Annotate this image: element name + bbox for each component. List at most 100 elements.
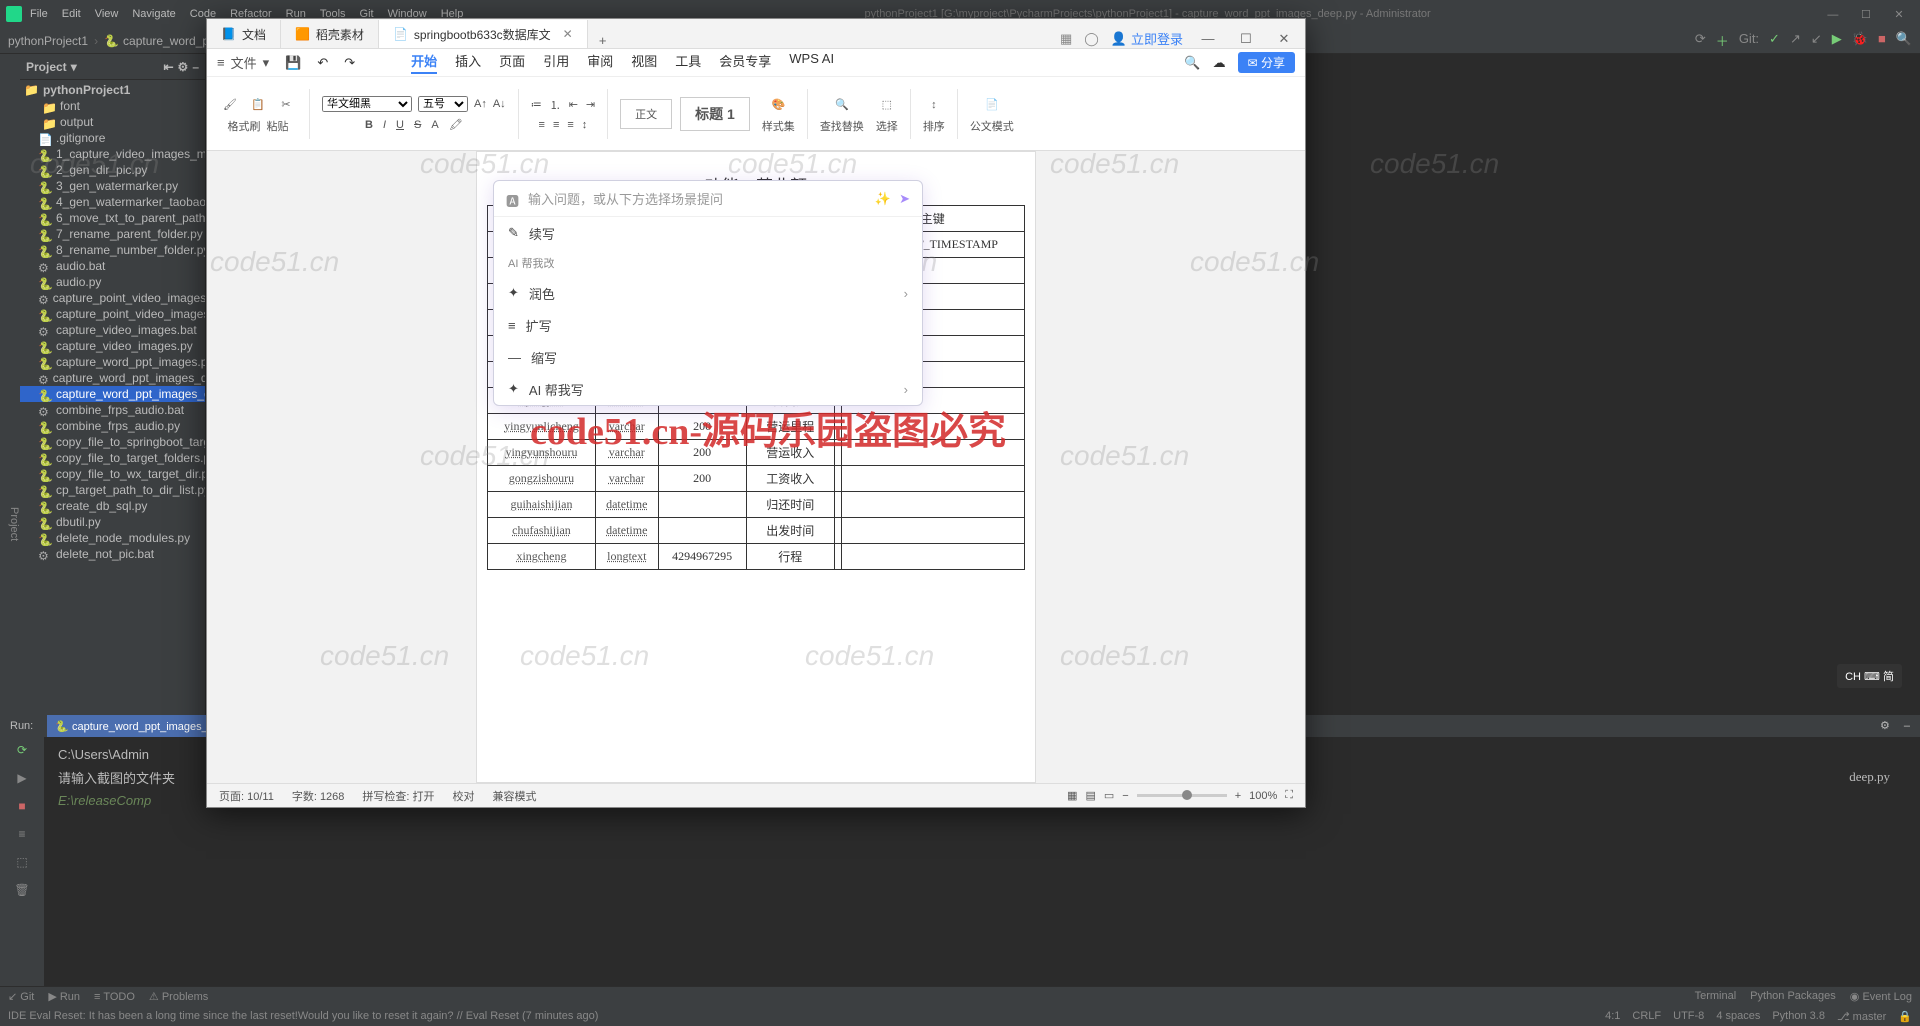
table-cell[interactable]	[841, 492, 1024, 518]
search-icon[interactable]: 🔍	[1896, 31, 1912, 50]
tree-item[interactable]: 🐍2_gen_dir_pic.py	[20, 162, 205, 178]
format-painter-icon[interactable]: 🖌	[219, 94, 241, 116]
tree-item[interactable]: ⚙combine_frps_audio.bat	[20, 402, 205, 418]
ribbon-tab[interactable]: 审阅	[587, 51, 613, 74]
tree-item[interactable]: 🐍dbutil.py	[20, 514, 205, 530]
document-tab[interactable]: 📄springbootb633c数据库文✕	[379, 20, 588, 48]
tree-item[interactable]: 🐍combine_frps_audio.py	[20, 418, 205, 434]
dropdown-icon[interactable]: ▾	[71, 60, 77, 74]
table-cell[interactable]: varchar	[595, 414, 658, 440]
numbering-icon[interactable]: ⒈	[550, 97, 561, 113]
collapse-icon[interactable]: ⇤	[163, 60, 173, 74]
ribbon-tab[interactable]: 视图	[631, 51, 657, 74]
spellcheck-status[interactable]: 拼写检查: 打开	[362, 788, 434, 804]
table-cell[interactable]	[841, 414, 1024, 440]
zoom-slider[interactable]	[1137, 794, 1227, 797]
git-tab[interactable]: ↙ Git	[8, 990, 34, 1003]
page-indicator[interactable]: 页面: 10/11	[219, 788, 274, 804]
ribbon-tab[interactable]: 会员专享	[719, 51, 771, 74]
tab-close-icon[interactable]: ✕	[563, 27, 573, 41]
menu-file[interactable]: File	[30, 8, 48, 20]
indent-dec-icon[interactable]: ⇤	[569, 98, 578, 111]
table-cell[interactable]	[834, 544, 841, 570]
ribbon-tab[interactable]: 工具	[675, 51, 701, 74]
table-cell[interactable]: 出发时间	[746, 518, 834, 544]
table-cell[interactable]: 200	[658, 466, 746, 492]
up-icon[interactable]: ⬚	[16, 855, 27, 869]
menu-edit[interactable]: Edit	[62, 8, 81, 20]
debug-icon[interactable]: 🐞	[1852, 31, 1868, 50]
table-cell[interactable]: 归还时间	[746, 492, 834, 518]
increase-font-icon[interactable]: A↑	[474, 98, 487, 110]
underline-button[interactable]: U	[396, 119, 404, 131]
run-tab[interactable]: ▶ Run	[48, 990, 80, 1003]
wps-maximize-button[interactable]: ☐	[1233, 31, 1259, 47]
cut-icon[interactable]: ✂	[275, 94, 297, 116]
align-left-icon[interactable]: ≡	[539, 119, 545, 131]
find-replace-icon[interactable]: 🔍	[831, 94, 853, 116]
undo-icon[interactable]: ↶	[317, 55, 328, 71]
problems-tab[interactable]: ⚠ Problems	[149, 990, 208, 1003]
fullscreen-icon[interactable]: ⛶	[1285, 789, 1293, 802]
wps-document-area[interactable]: 功能：营业额 🅰 输入问题，或从下方选择场景提问 ✨➤ ✎续写AI 帮我改✦润色…	[207, 151, 1305, 783]
zoom-level[interactable]: 100%	[1249, 790, 1277, 802]
decrease-font-icon[interactable]: A↓	[493, 98, 506, 110]
todo-tab[interactable]: ≡ TODO	[94, 991, 135, 1003]
table-cell[interactable]	[834, 414, 841, 440]
wps-minimize-button[interactable]: —	[1195, 31, 1221, 46]
interpreter[interactable]: Python 3.8	[1772, 1010, 1825, 1023]
table-cell[interactable]	[841, 466, 1024, 492]
tree-item[interactable]: 🐍copy_file_to_target_folders.py	[20, 450, 205, 466]
table-cell[interactable]: varchar	[595, 466, 658, 492]
view-mode-icon[interactable]: ▤	[1085, 789, 1095, 802]
align-center-icon[interactable]: ≡	[553, 119, 559, 131]
menu-navigate[interactable]: Navigate	[132, 8, 175, 20]
indent-inc-icon[interactable]: ⇥	[586, 98, 595, 111]
tree-item[interactable]: ⚙capture_point_video_images.b	[20, 290, 205, 306]
indent[interactable]: 4 spaces	[1716, 1010, 1760, 1023]
ai-option[interactable]: ✎续写	[494, 217, 922, 249]
table-cell[interactable]	[841, 440, 1024, 466]
italic-button[interactable]: I	[383, 119, 386, 131]
tree-item[interactable]: 🐍4_gen_watermarker_taobao.	[20, 194, 205, 210]
table-cell[interactable]: varchar	[595, 440, 658, 466]
tree-item[interactable]: 🐍copy_file_to_wx_target_dir.py	[20, 466, 205, 482]
breadcrumb-project[interactable]: pythonProject1	[8, 34, 88, 48]
table-cell[interactable]: 行程	[746, 544, 834, 570]
encoding[interactable]: UTF-8	[1673, 1010, 1704, 1023]
settings-icon[interactable]: ⚙	[178, 60, 189, 74]
trash-icon[interactable]: 🗑	[14, 883, 29, 897]
rerun-icon[interactable]: ⟳	[17, 743, 27, 757]
tree-item[interactable]: 🐍capture_word_ppt_images.py	[20, 354, 205, 370]
ribbon-tab[interactable]: 插入	[455, 51, 481, 74]
style-normal[interactable]: 正文	[620, 99, 672, 129]
wps-close-button[interactable]: ✕	[1271, 31, 1297, 47]
tree-item[interactable]: ⚙delete_not_pic.bat	[20, 546, 205, 562]
table-cell[interactable]	[834, 466, 841, 492]
ai-option[interactable]: —缩写	[494, 341, 922, 373]
tree-item[interactable]: 📁output	[20, 114, 205, 130]
run-tab[interactable]: 🐍 capture_word_ppt_images_d	[47, 715, 222, 737]
table-cell[interactable]: longtext	[595, 544, 658, 570]
hide-icon[interactable]: –	[192, 60, 199, 74]
table-cell[interactable]	[841, 544, 1024, 570]
tree-item[interactable]: 🐍cp_target_path_to_dir_list.py	[20, 482, 205, 498]
table-cell[interactable]: chufashijian	[488, 518, 596, 544]
redo-icon[interactable]: ↷	[344, 55, 355, 71]
notif-icon[interactable]: ◯	[1084, 31, 1099, 47]
line-spacing-icon[interactable]: ↕	[582, 119, 588, 131]
ribbon-tab[interactable]: WPS AI	[789, 51, 834, 74]
ai-option[interactable]: ✦AI 帮我写›	[494, 373, 922, 405]
strike-button[interactable]: S	[414, 119, 421, 131]
tree-item[interactable]: 🐍8_rename_number_folder.py	[20, 242, 205, 258]
table-cell[interactable]: 营运里程	[746, 414, 834, 440]
bullets-icon[interactable]: ≔	[531, 98, 542, 111]
align-right-icon[interactable]: ≡	[567, 119, 573, 131]
table-cell[interactable]: xingcheng	[488, 544, 596, 570]
python-packages-tab[interactable]: Python Packages	[1750, 990, 1836, 1003]
zoom-in-icon[interactable]: +	[1235, 790, 1241, 802]
send-icon[interactable]: ➤	[899, 191, 910, 207]
tree-item[interactable]: 🐍capture_point_video_images.p	[20, 306, 205, 322]
down-icon[interactable]: ≡	[18, 827, 25, 841]
grid-icon[interactable]: ▦	[1060, 31, 1072, 47]
